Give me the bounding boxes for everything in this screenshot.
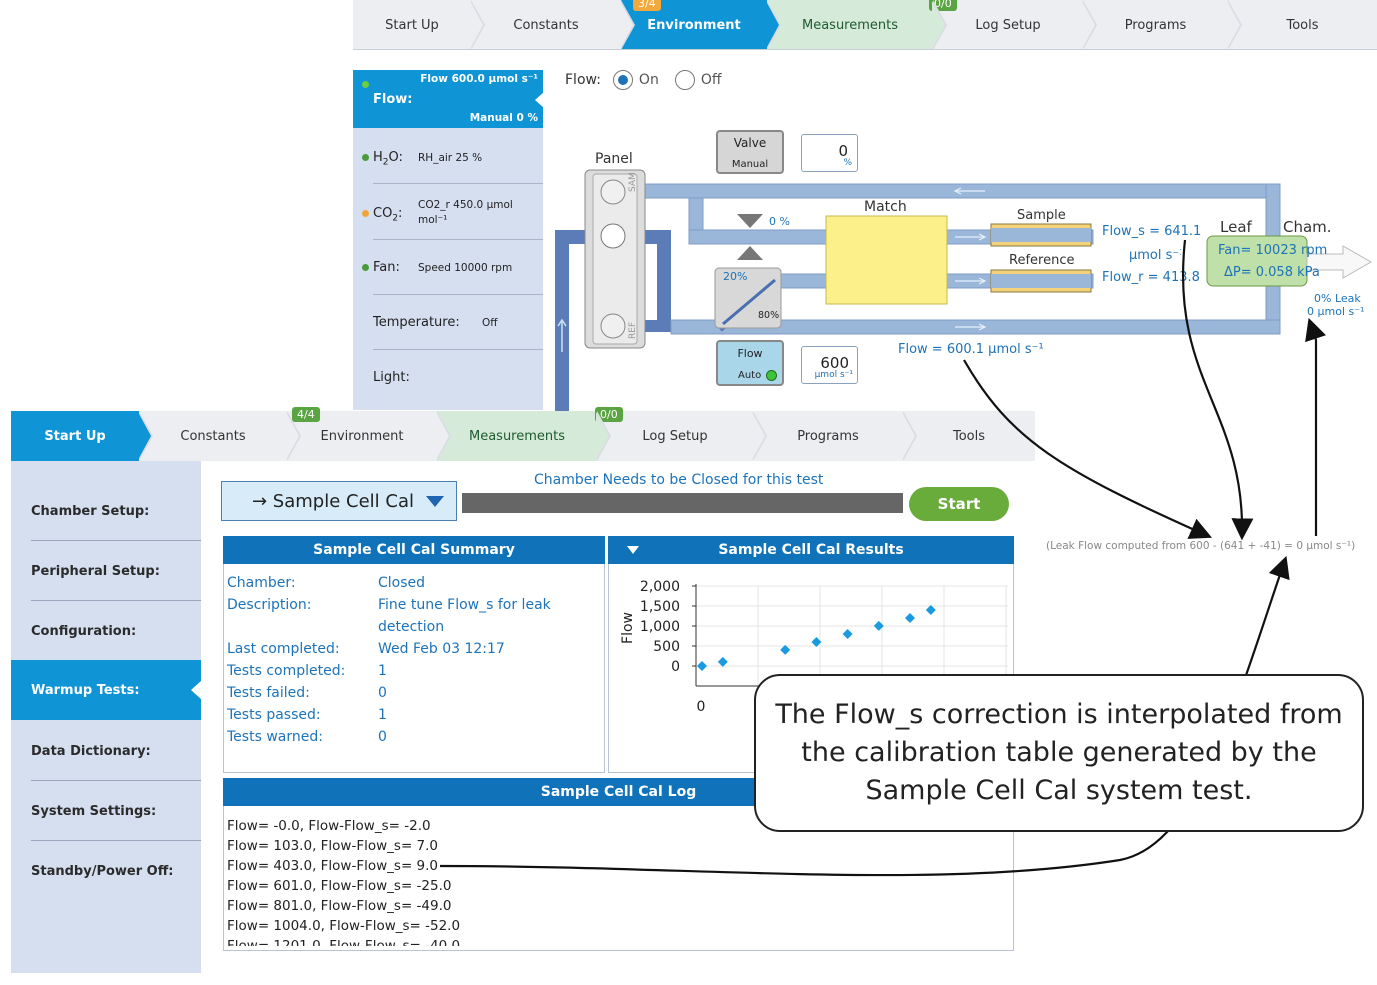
- arrow-note-to-leak: [1305, 317, 1327, 536]
- annotation-arrows: [439, 239, 1327, 877]
- arrow-flow-s-to-note: [1181, 239, 1254, 541]
- callout-note: The Flow_s correction is interpolated fr…: [754, 674, 1364, 832]
- arrow-flow-total-to-note: [963, 359, 1213, 539]
